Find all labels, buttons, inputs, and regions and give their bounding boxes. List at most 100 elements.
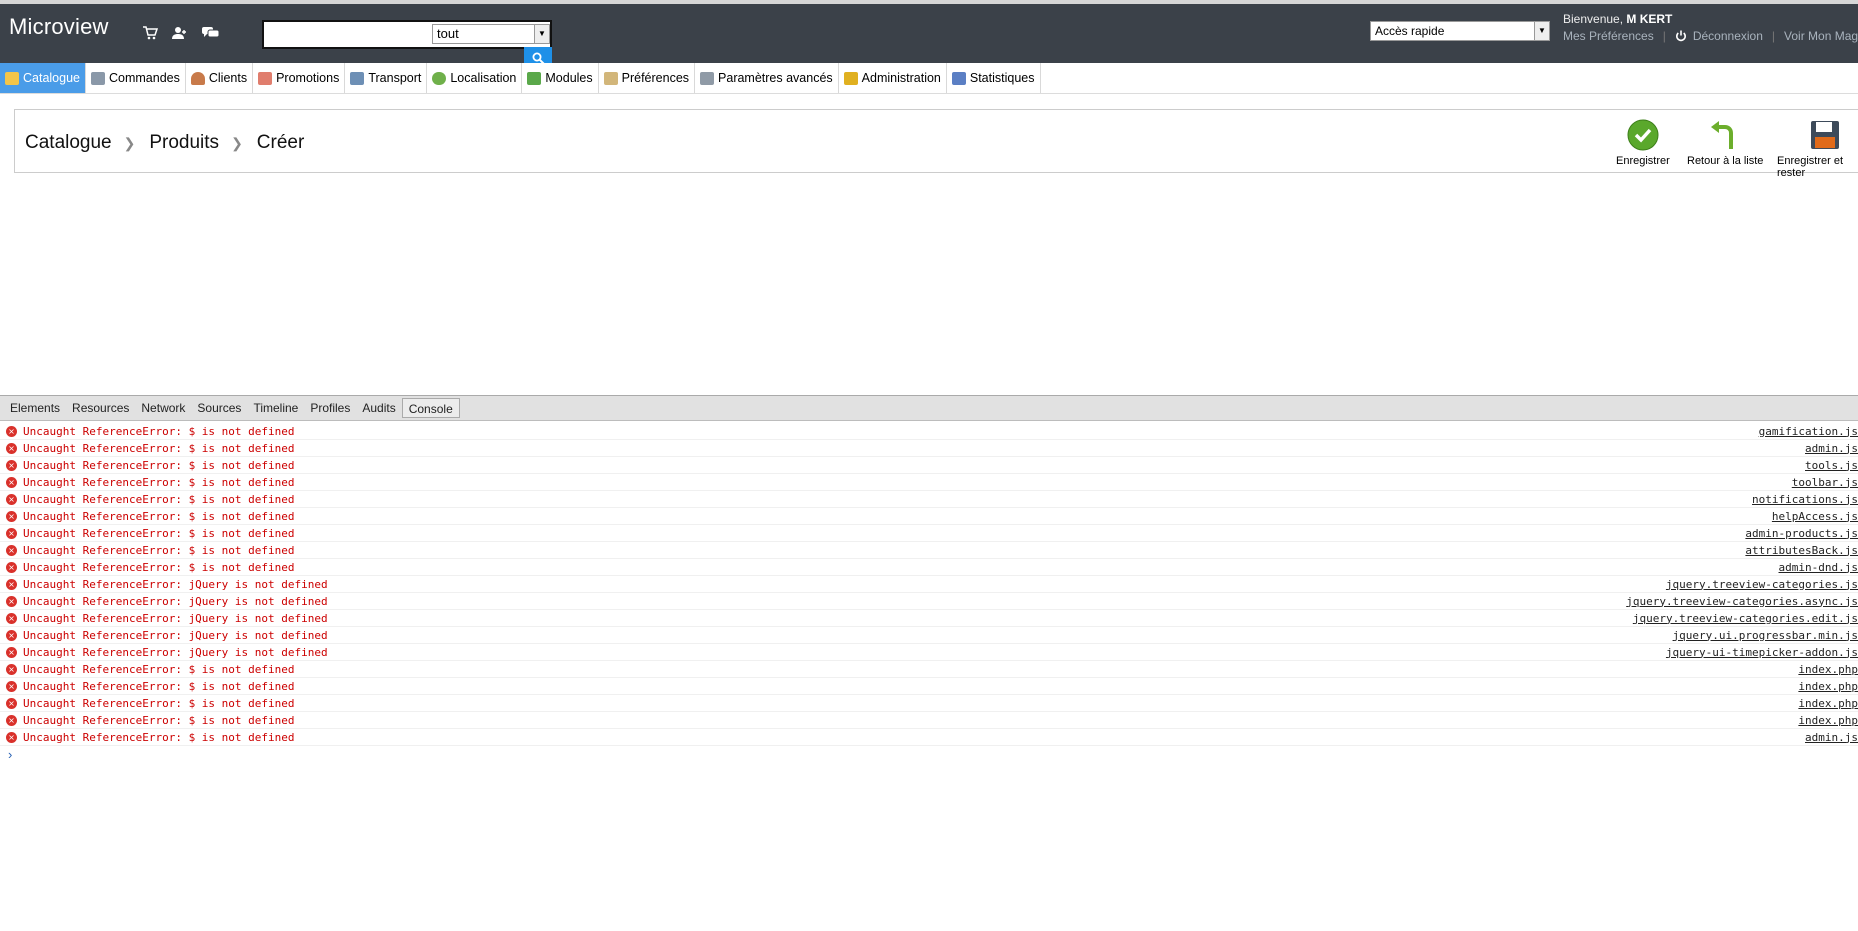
search-box: tout ▼ (262, 20, 552, 49)
menu-item-catalogue[interactable]: Catalogue (0, 63, 86, 93)
prompt-chevron-icon: › (8, 747, 13, 762)
breadcrumb-catalogue[interactable]: Catalogue (25, 132, 112, 154)
menu-item-label: Statistiques (969, 71, 1035, 85)
menu-item-promotions[interactable]: Promotions (253, 63, 346, 93)
console-error-message: Uncaught ReferenceError: $ is not define… (23, 696, 295, 710)
tab-timeline[interactable]: Timeline (247, 398, 304, 418)
search-scope-value: tout (437, 26, 459, 41)
error-icon: × (6, 663, 17, 675)
console-source-link[interactable]: jquery.treeview-categories.edit.js (1633, 612, 1858, 625)
user-links: Mes Préférences | Déconnexion | Voir Mon… (1563, 29, 1858, 43)
console-error-row: × Uncaught ReferenceError: $ is not defin… (0, 508, 1858, 525)
view-shop-link[interactable]: Voir Mon Magasin (1784, 29, 1858, 43)
link-separator: | (1662, 29, 1666, 43)
console-source-link[interactable]: attributesBack.js (1745, 544, 1858, 557)
menu-item-preferences[interactable]: Préférences (599, 63, 696, 93)
console-source-link[interactable]: index.php (1798, 680, 1858, 693)
console-source-link[interactable]: index.php (1798, 663, 1858, 676)
console-source-link[interactable]: gamification.js (1759, 425, 1858, 438)
customer-icon[interactable] (170, 24, 190, 42)
tab-profiles[interactable]: Profiles (304, 398, 356, 418)
save-and-stay-button[interactable]: Enregistrer et rester (1777, 119, 1858, 179)
console-error-row: × Uncaught ReferenceError: jQuery is not … (0, 610, 1858, 627)
console-error-message: Uncaught ReferenceError: $ is not define… (23, 458, 295, 472)
menu-item-label: Modules (545, 71, 593, 85)
console-source-link[interactable]: admin-dnd.js (1779, 561, 1858, 574)
chevron-down-icon[interactable]: ▼ (1534, 22, 1549, 40)
save-label: Enregistrer (1616, 155, 1670, 167)
search-input[interactable] (266, 24, 431, 45)
console-error-message: Uncaught ReferenceError: $ is not define… (23, 543, 295, 557)
cart-icon[interactable] (140, 24, 160, 42)
tab-resources[interactable]: Resources (66, 398, 135, 418)
console-source-link[interactable]: jquery.ui.progressbar.min.js (1673, 629, 1858, 642)
error-icon: × (6, 731, 17, 743)
error-icon: × (6, 476, 17, 488)
console-error-row: × Uncaught ReferenceError: $ is not defin… (0, 457, 1858, 474)
console-source-link[interactable]: tools.js (1805, 459, 1858, 472)
tab-audits[interactable]: Audits (356, 398, 401, 418)
menu-item-administration[interactable]: Administration (839, 63, 947, 93)
menu-item-shipping[interactable]: Transport (345, 63, 428, 93)
console-error-message: Uncaught ReferenceError: $ is not define… (23, 526, 295, 540)
tab-elements[interactable]: Elements (4, 398, 66, 418)
devtools-panel: Elements Resources Network Sources Timel… (0, 395, 1858, 931)
user-icon (190, 71, 205, 85)
error-icon: × (6, 595, 17, 607)
console-error-message: Uncaught ReferenceError: $ is not define… (23, 424, 295, 438)
logout-link[interactable]: Déconnexion (1693, 29, 1763, 43)
console-source-link[interactable]: jquery.treeview-categories.js (1666, 578, 1858, 591)
tab-network[interactable]: Network (135, 398, 191, 418)
back-arrow-icon (1709, 119, 1741, 151)
tab-console[interactable]: Console (401, 398, 460, 418)
console-error-message: Uncaught ReferenceError: $ is not define… (23, 560, 295, 574)
console-source-link[interactable]: index.php (1798, 697, 1858, 710)
console-error-message: Uncaught ReferenceError: $ is not define… (23, 492, 295, 506)
console-error-row: × Uncaught ReferenceError: $ is not defin… (0, 678, 1858, 695)
breadcrumb-products[interactable]: Produits (149, 132, 219, 154)
chevron-down-icon[interactable]: ▼ (534, 25, 549, 43)
puzzle-icon (527, 71, 542, 85)
search-scope-select[interactable]: tout ▼ (432, 24, 550, 44)
error-icon: × (6, 527, 17, 539)
devtools-tab-bar: Elements Resources Network Sources Timel… (0, 395, 1858, 421)
check-icon (1627, 119, 1659, 151)
console-source-link[interactable]: admin.js (1805, 731, 1858, 744)
console-error-message: Uncaught ReferenceError: $ is not define… (23, 679, 295, 693)
console-source-link[interactable]: admin.js (1805, 442, 1858, 455)
console-error-message: Uncaught ReferenceError: $ is not define… (23, 730, 295, 744)
shop-logo[interactable]: Microview (9, 14, 109, 40)
globe-icon (432, 71, 447, 85)
error-icon: × (6, 561, 17, 573)
menu-item-customers[interactable]: Clients (186, 63, 254, 93)
menu-item-advanced-parameters[interactable]: Paramètres avancés (695, 63, 839, 93)
console-error-row: × Uncaught ReferenceError: $ is not defin… (0, 729, 1858, 746)
console-error-row: × Uncaught ReferenceError: $ is not defin… (0, 695, 1858, 712)
save-button[interactable]: Enregistrer (1616, 119, 1670, 167)
chevron-right-icon: ❯ (231, 134, 243, 151)
menu-item-localization[interactable]: Localisation (427, 63, 523, 93)
error-icon: × (6, 646, 17, 658)
messages-icon[interactable] (200, 24, 220, 42)
console-source-link[interactable]: jquery-ui-timepicker-addon.js (1666, 646, 1858, 659)
menu-item-statistics[interactable]: Statistiques (947, 63, 1041, 93)
console-source-link[interactable]: index.php (1798, 714, 1858, 727)
console-source-link[interactable]: jquery.treeview-categories.async.js (1626, 595, 1858, 608)
console-source-link[interactable]: toolbar.js (1792, 476, 1858, 489)
console-source-link[interactable]: notifications.js (1752, 493, 1858, 506)
error-icon: × (6, 612, 17, 624)
back-to-list-button[interactable]: Retour à la liste (1687, 119, 1763, 167)
console-error-row: × Uncaught ReferenceError: $ is not defin… (0, 559, 1858, 576)
console-prompt-input[interactable]: › (0, 746, 1858, 763)
console-error-message: Uncaught ReferenceError: jQuery is not d… (23, 645, 328, 659)
console-source-link[interactable]: admin-products.js (1745, 527, 1858, 540)
tab-sources[interactable]: Sources (191, 398, 247, 418)
quick-access-select[interactable]: Accès rapide ▼ (1370, 21, 1550, 41)
menu-item-modules[interactable]: Modules (522, 63, 599, 93)
error-icon: × (6, 459, 17, 471)
menu-item-orders[interactable]: Commandes (86, 63, 186, 93)
console-source-link[interactable]: helpAccess.js (1772, 510, 1858, 523)
preferences-link[interactable]: Mes Préférences (1563, 29, 1654, 43)
floppy-disk-icon (1809, 119, 1841, 151)
console-error-message: Uncaught ReferenceError: jQuery is not d… (23, 594, 328, 608)
